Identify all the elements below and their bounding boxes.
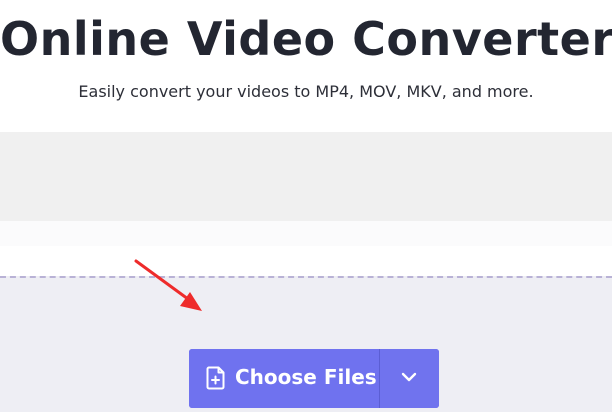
file-plus-icon xyxy=(206,366,225,390)
chevron-down-icon xyxy=(401,372,417,382)
page-header: Online Video Converter Easily convert yo… xyxy=(0,0,612,132)
choose-files-label: Choose Files xyxy=(235,365,377,389)
choose-files-button-group: Choose Files xyxy=(189,349,439,408)
page-subtitle: Easily convert your videos to MP4, MOV, … xyxy=(78,82,534,101)
upload-source-dropdown[interactable] xyxy=(380,349,439,408)
page-title: Online Video Converter xyxy=(0,12,612,66)
section-gap xyxy=(0,221,612,246)
ad-placeholder xyxy=(0,132,612,221)
choose-files-button[interactable]: Choose Files xyxy=(189,349,379,408)
